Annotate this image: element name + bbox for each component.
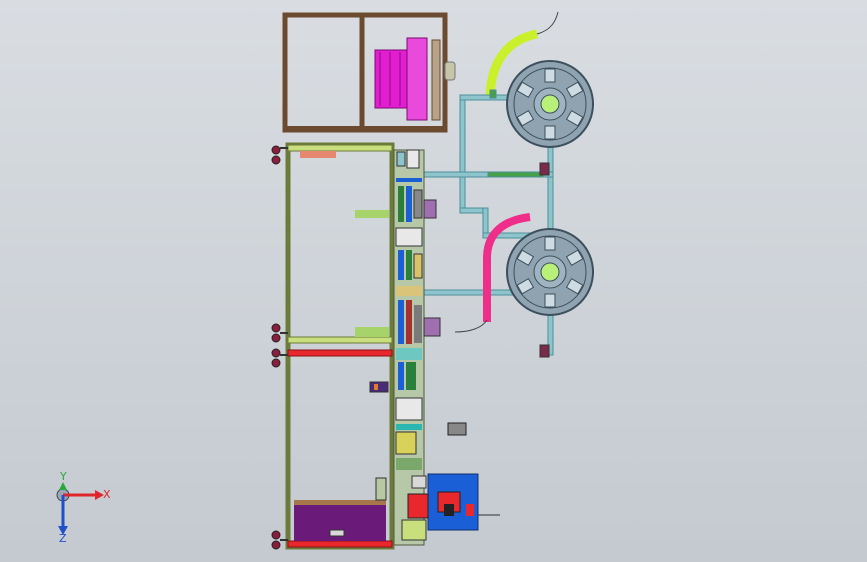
top-spool-box [282, 12, 456, 133]
y-axis-label: Y [59, 470, 67, 483]
cad-viewport[interactable]: X Y Z [0, 0, 867, 562]
lower-reel [506, 228, 594, 316]
axis-triad [56, 482, 104, 535]
z-axis-label: Z [59, 532, 67, 545]
blue-drive-unit [401, 473, 500, 541]
main-machine-frame [271, 142, 395, 550]
upper-reel [506, 60, 594, 148]
assembly-drawing: X Y Z [56, 11, 594, 550]
x-axis-label: X [103, 488, 111, 501]
